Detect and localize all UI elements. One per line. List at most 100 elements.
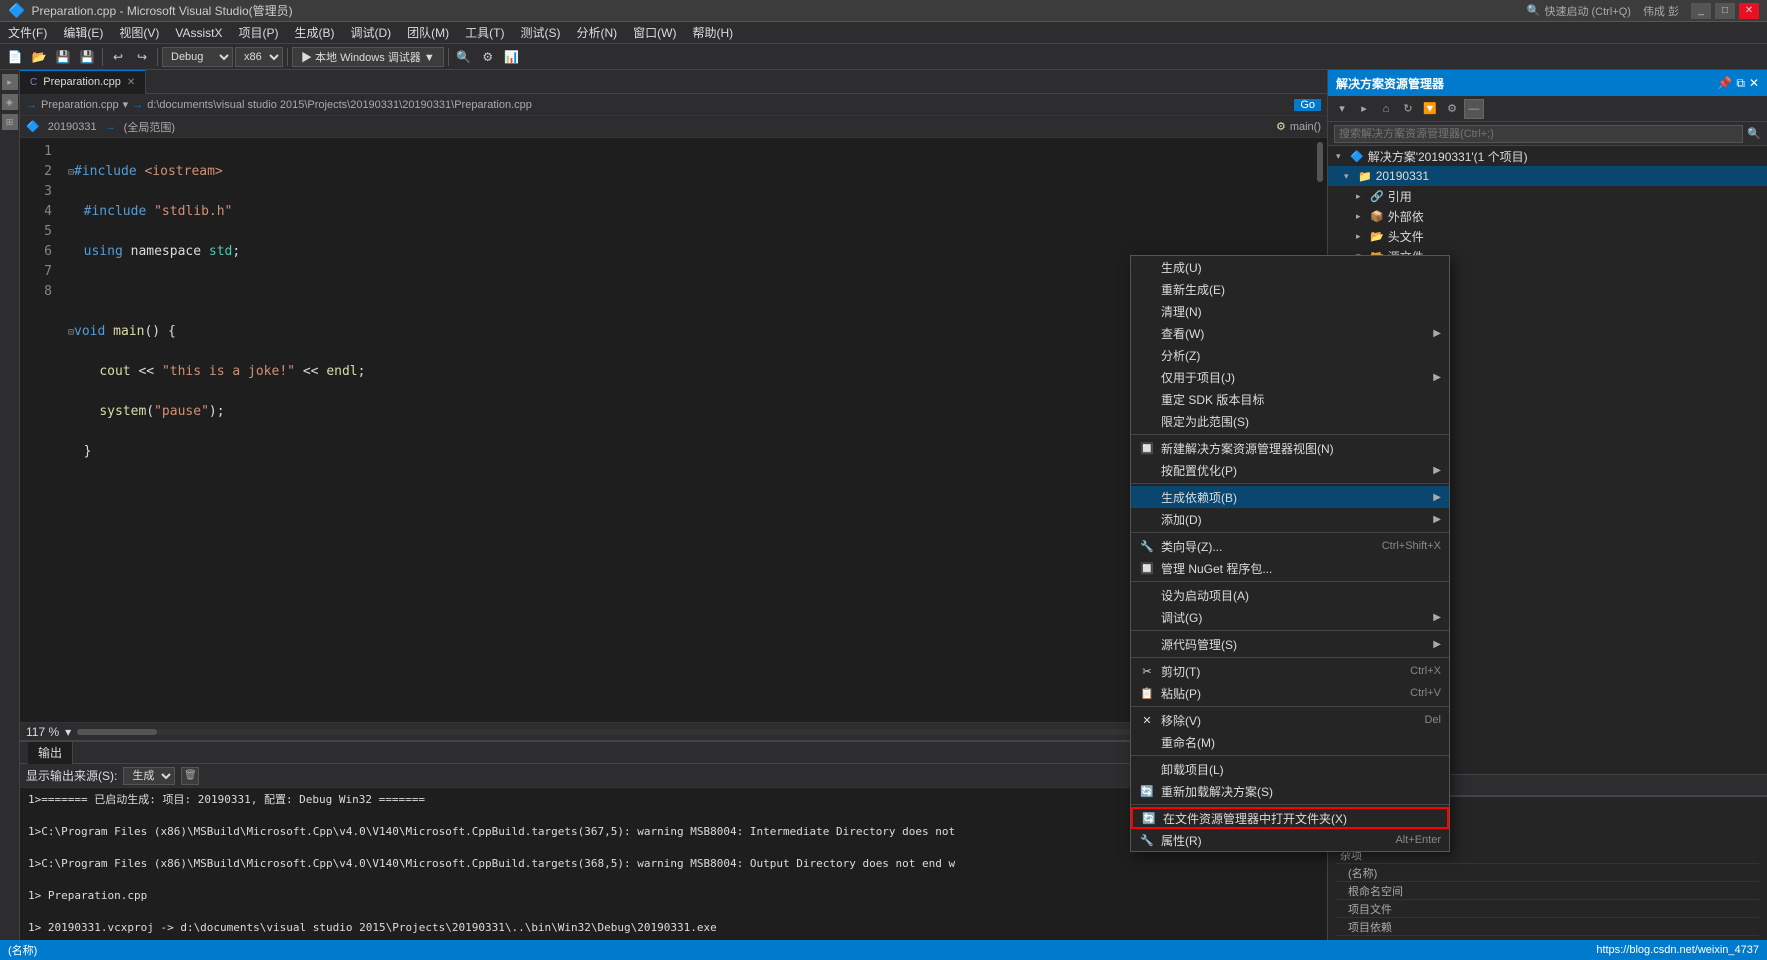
se-refresh-btn[interactable]: ↻ [1398, 99, 1418, 119]
tree-header-files[interactable]: ▸ 📂 头文件 [1328, 226, 1767, 246]
tab-close-btn[interactable]: ✕ [127, 77, 135, 88]
close-button[interactable]: ✕ [1739, 3, 1759, 19]
hdr-icon: 📂 [1370, 230, 1384, 243]
minimize-button[interactable]: _ [1691, 3, 1711, 19]
menu-tools[interactable]: 工具(T) [457, 22, 512, 43]
h-scroll-thumb[interactable] [77, 729, 157, 735]
redo-btn[interactable]: ↪ [131, 46, 153, 68]
zoom-dropdown[interactable]: ▾ [65, 725, 71, 739]
maximize-button[interactable]: □ [1715, 3, 1735, 19]
save-all-btn[interactable]: 💾 [76, 46, 98, 68]
props-label-name: (名称) [1336, 865, 1416, 881]
start-debug-btn[interactable]: ▶ 本地 Windows 调试器 ▼ [292, 47, 444, 67]
menu-project[interactable]: 项目(P) [230, 22, 286, 43]
ctx-rename[interactable]: 重命名(M) [1131, 731, 1449, 753]
menu-debug[interactable]: 调试(D) [342, 22, 399, 43]
ctx-source-ctrl[interactable]: 源代码管理(S) ▶ [1131, 633, 1449, 655]
go-btn[interactable]: Go [1294, 99, 1321, 111]
menu-team[interactable]: 团队(M) [399, 22, 457, 43]
scroll-thumb[interactable] [1317, 142, 1323, 182]
ctx-nuget[interactable]: 🔲管理 NuGet 程序包... [1131, 557, 1449, 579]
se-float-btn[interactable]: ⧉ [1736, 76, 1745, 91]
se-expand-btn[interactable]: ▸ [1354, 99, 1374, 119]
ctx-unload[interactable]: 卸载项目(L) [1131, 758, 1449, 780]
ctx-add[interactable]: 添加(D) ▶ [1131, 508, 1449, 530]
save-btn[interactable]: 💾 [52, 46, 74, 68]
ctx-sep7 [1131, 706, 1449, 707]
tree-references[interactable]: ▸ 🔗 引用 [1328, 186, 1767, 206]
tool2[interactable]: ⚙ [477, 46, 499, 68]
tree-external-deps[interactable]: ▸ 📦 外部依 [1328, 206, 1767, 226]
se-controls: 📌 ⧉ ✕ [1717, 76, 1759, 91]
clear-output-btn[interactable]: 🗑 [181, 767, 199, 785]
se-special-btn[interactable]: — [1464, 99, 1484, 119]
output-tab[interactable]: 输出 [28, 742, 73, 764]
ctx-remove[interactable]: ✕移除(V) Del [1131, 709, 1449, 731]
ctx-retarget[interactable]: 重定 SDK 版本目标 [1131, 388, 1449, 410]
editor-tab-preparation[interactable]: C Preparation.cpp ✕ [20, 70, 146, 94]
filepath-dropdown-btn[interactable]: ▾ [123, 98, 129, 111]
remove-shortcut: Del [1424, 714, 1441, 726]
ctx-debug[interactable]: 调试(G) ▶ [1131, 606, 1449, 628]
se-filter-btn[interactable]: 🔽 [1420, 99, 1440, 119]
ctx-open-folder[interactable]: 🔄在文件资源管理器中打开文件夹(X) [1131, 807, 1449, 829]
menu-analyze[interactable]: 分析(N) [568, 22, 625, 43]
se-search-input[interactable] [1334, 125, 1743, 143]
title-bar-left: 🔷 Preparation.cpp - Microsoft Visual Stu… [8, 2, 293, 19]
ctx-set-startup[interactable]: 设为启动项目(A) [1131, 584, 1449, 606]
ctx-open-folder-container: 🔄在文件资源管理器中打开文件夹(X) [1131, 807, 1449, 829]
open-btn[interactable]: 📂 [28, 46, 50, 68]
undo-btn[interactable]: ↩ [107, 46, 129, 68]
tree-solution[interactable]: ▾ 🔷 解决方案'20190331'(1 个项目) [1328, 146, 1767, 166]
menu-view[interactable]: 视图(V) [111, 22, 167, 43]
new-file-btn[interactable]: 📄 [4, 46, 26, 68]
quick-launch-label: 快速启动 (Ctrl+Q) [1544, 3, 1630, 19]
se-search-icon[interactable]: 🔍 [1747, 127, 1761, 140]
ctx-class-wizard[interactable]: 🔧类向导(Z)... Ctrl+Shift+X [1131, 535, 1449, 557]
config-dropdown[interactable]: Debug Release [162, 47, 233, 67]
se-collapse-btn[interactable]: ▾ [1332, 99, 1352, 119]
activity-icon-2[interactable]: ◈ [2, 94, 18, 110]
tree-project[interactable]: ▾ 📁 20190331 [1328, 166, 1767, 186]
activity-icon-1[interactable]: ▸ [2, 74, 18, 90]
main-layout: ▸ ◈ ⊞ C Preparation.cpp ✕ → Preparation.… [0, 70, 1767, 940]
activity-icon-3[interactable]: ⊞ [2, 114, 18, 130]
tool3[interactable]: 📊 [501, 46, 523, 68]
menu-test[interactable]: 测试(S) [512, 22, 568, 43]
ctx-reload-solution[interactable]: 🔄重新加载解决方案(S) [1131, 780, 1449, 802]
ctx-only-project[interactable]: 仅用于项目(J) ▶ [1131, 366, 1449, 388]
filter-dropdown[interactable]: 生成 [123, 767, 175, 785]
paste-icon: 📋 [1139, 685, 1155, 701]
menu-file[interactable]: 文件(F) [0, 22, 55, 43]
ctx-properties[interactable]: 🔧属性(R) Alt+Enter [1131, 829, 1449, 851]
ctx-optimize[interactable]: 按配置优化(P) ▶ [1131, 459, 1449, 481]
menu-edit[interactable]: 编辑(E) [55, 22, 111, 43]
code-content[interactable]: ⊟#include <iostream> #include "stdlib.h"… [60, 138, 1313, 722]
ctx-properties-label: 属性(R) [1161, 832, 1202, 849]
se-home-btn[interactable]: ⌂ [1376, 99, 1396, 119]
hdr-label: 头文件 [1388, 228, 1424, 245]
menu-window[interactable]: 窗口(W) [625, 22, 684, 43]
tool1[interactable]: 🔍 [453, 46, 475, 68]
se-close-btn[interactable]: ✕ [1749, 76, 1759, 91]
ctx-scope-label: 限定为此范围(S) [1161, 413, 1249, 430]
ctx-rebuild[interactable]: 重新生成(E) [1131, 278, 1449, 300]
ctx-build-deps[interactable]: 生成依赖项(B) ▶ [1131, 486, 1449, 508]
ctx-view[interactable]: 查看(W) ▶ [1131, 322, 1449, 344]
ctx-retarget-label: 重定 SDK 版本目标 [1161, 391, 1264, 408]
ctx-paste[interactable]: 📋粘贴(P) Ctrl+V [1131, 682, 1449, 704]
se-pin-btn[interactable]: 📌 [1717, 76, 1732, 91]
se-settings-btn[interactable]: ⚙ [1442, 99, 1462, 119]
menu-help[interactable]: 帮助(H) [684, 22, 741, 43]
ctx-scope[interactable]: 限定为此范围(S) [1131, 410, 1449, 432]
ctx-new-view[interactable]: 🔲新建解决方案资源管理器视图(N) [1131, 437, 1449, 459]
ctx-add-label: 添加(D) [1161, 511, 1202, 528]
platform-dropdown[interactable]: x86 x64 [235, 47, 283, 67]
menu-build[interactable]: 生成(B) [286, 22, 342, 43]
ctx-cut[interactable]: ✂剪切(T) Ctrl+X [1131, 660, 1449, 682]
title-bar: 🔷 Preparation.cpp - Microsoft Visual Stu… [0, 0, 1767, 22]
menu-vassistx[interactable]: VAssistX [167, 22, 230, 43]
ctx-clean[interactable]: 清理(N) [1131, 300, 1449, 322]
ctx-build[interactable]: 生成(U) [1131, 256, 1449, 278]
ctx-analyze[interactable]: 分析(Z) [1131, 344, 1449, 366]
